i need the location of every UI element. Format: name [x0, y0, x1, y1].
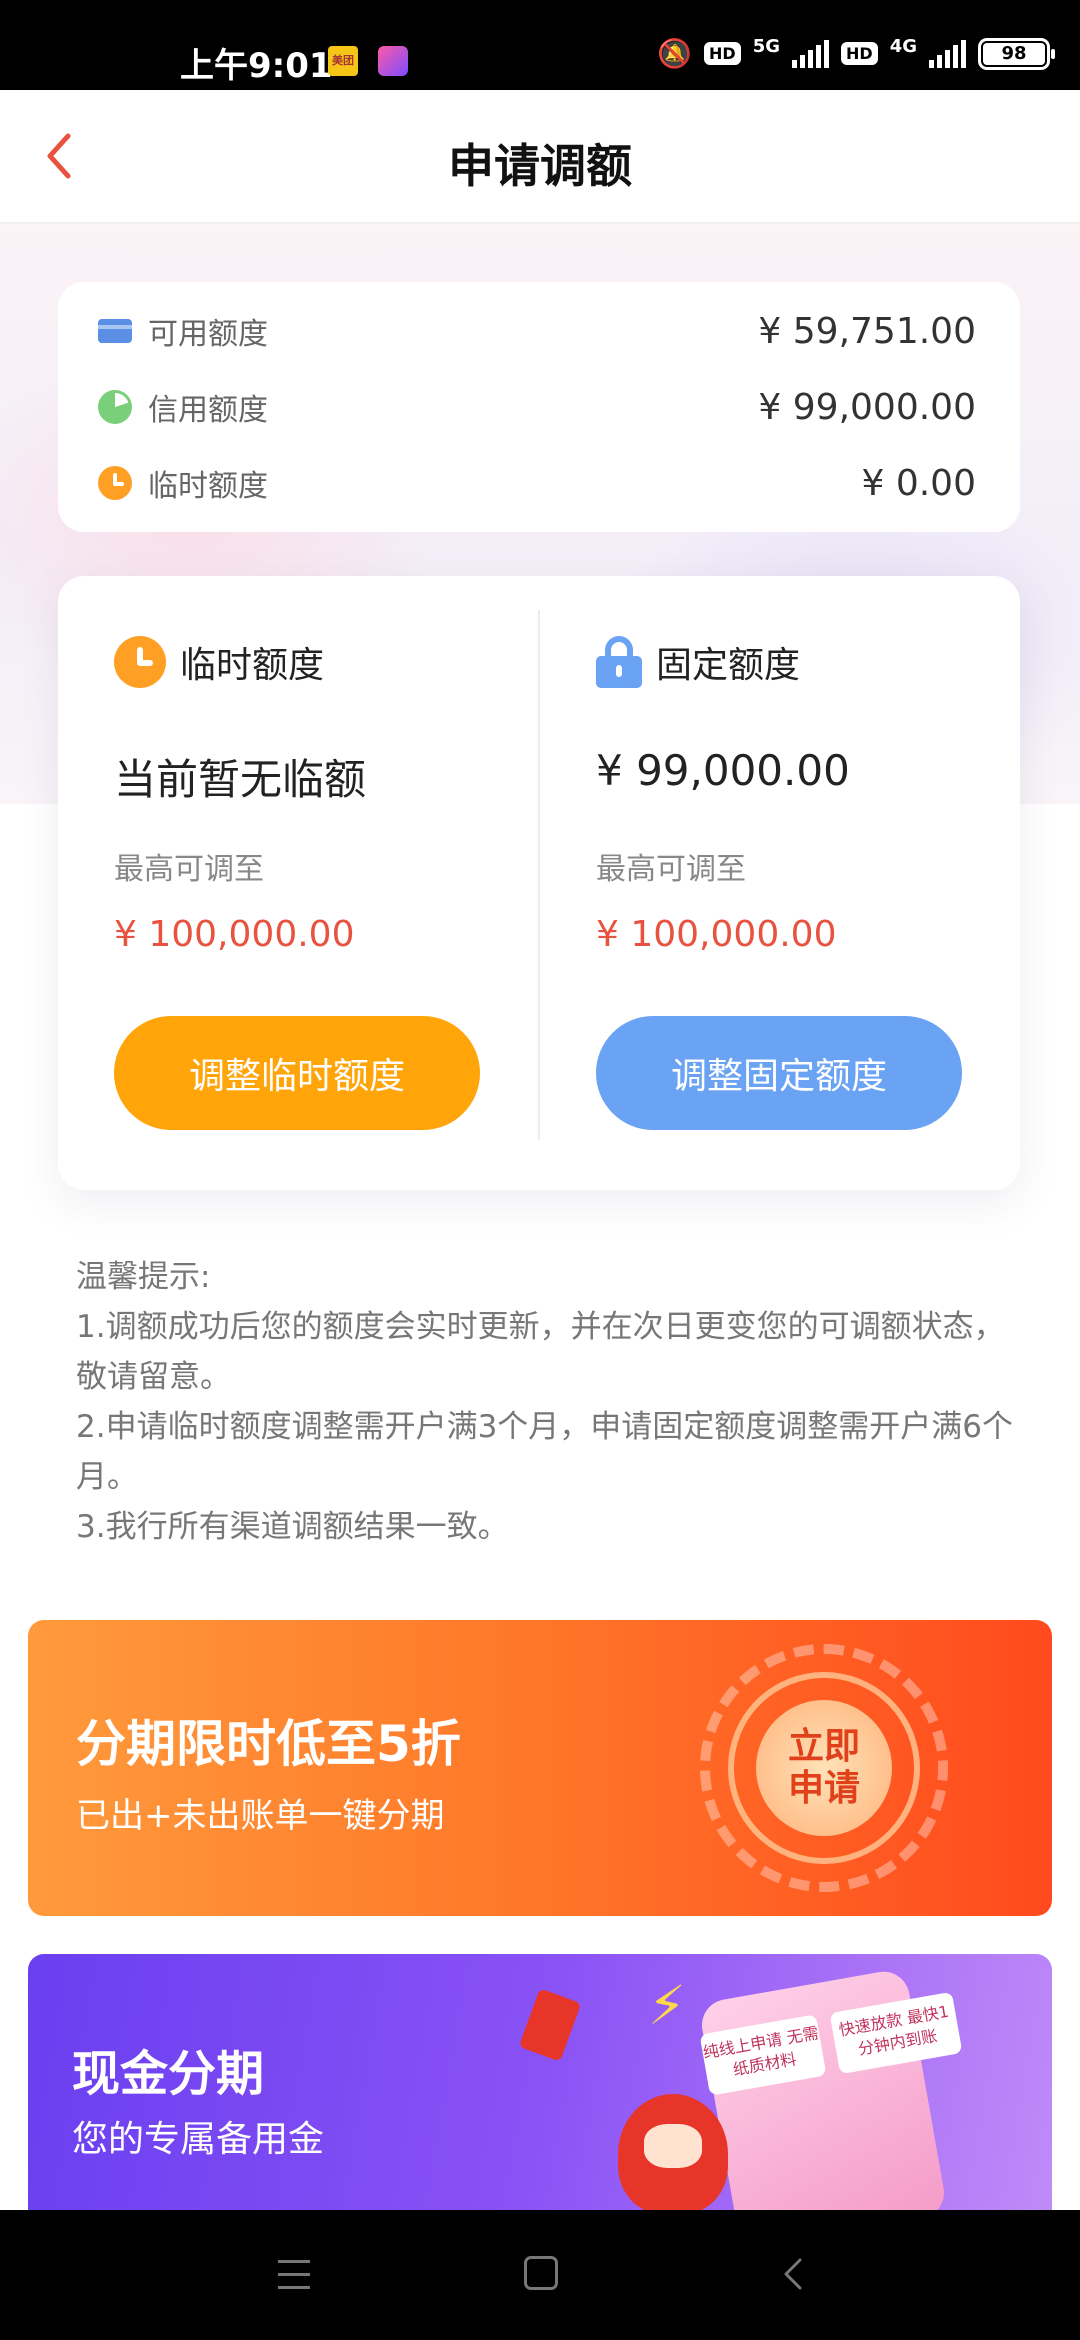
fixed-quota-title: 固定额度 [656, 645, 801, 686]
mute-icon: 🔕 [657, 37, 693, 70]
status-bar: 上午9:01 美团 🔕 HD 5G HD 4G 98 [0, 0, 1080, 90]
tips-section: 温馨提示: 1.调额成功后您的额度会实时更新，并在次日更变您的可调额状态，敬请留… [76, 1252, 1020, 1552]
credit-limit-value: ¥ 99,000.00 [758, 386, 976, 428]
credit-limit-row: 信用额度 ¥ 99,000.00 [98, 382, 976, 432]
clock-icon [98, 466, 132, 500]
status-indicators: 🔕 HD 5G HD 4G 98 [657, 36, 1055, 71]
hd-badge: HD [704, 42, 741, 65]
card-icon [98, 319, 132, 343]
system-nav-bar [0, 2210, 1080, 2340]
fixed-quota-column: 固定额度 ¥ 99,000.00 最高可调至 ¥ 100,000.00 调整固定… [596, 576, 1016, 1190]
meituan-badge-text: 美团 [332, 54, 354, 67]
available-credit-label: 可用额度 [148, 317, 268, 352]
temporary-max-value: ¥ 100,000.00 [114, 914, 355, 955]
installment-promo-banner[interactable]: 分期限时低至5折 已出+未出账单一键分期 立即申请 [28, 1620, 1052, 1916]
tip-item-3: 3.我行所有渠道调额结果一致。 [76, 1509, 509, 1545]
status-time: 上午9:01 [180, 46, 333, 86]
clock-icon [114, 636, 166, 688]
pie-chart-icon [98, 390, 132, 424]
signal-5g-icon [792, 39, 830, 68]
temporary-quota-title: 临时额度 [180, 645, 325, 686]
tip-item-2: 2.申请临时额度调整需开户满3个月，申请固定额度调整需开户满6个月。 [76, 1409, 1014, 1495]
temporary-quota-status: 当前暂无临额 [114, 755, 367, 804]
menu-icon[interactable] [278, 2260, 310, 2290]
lightning-icon: ⚡ [648, 1974, 686, 2037]
temporary-quota-header: 临时额度 [114, 636, 324, 688]
adjust-temporary-quota-button[interactable]: 调整临时额度 [114, 1016, 480, 1130]
red-envelope-icon [518, 1988, 582, 2062]
app-notification-icon [378, 46, 408, 76]
credit-limit-label: 信用额度 [148, 393, 268, 428]
fixed-max-value: ¥ 100,000.00 [596, 914, 837, 955]
available-credit-value: ¥ 59,751.00 [758, 310, 976, 352]
lock-icon [596, 636, 642, 688]
signal-4g-icon [929, 39, 966, 68]
temporary-credit-value: ¥ 0.00 [861, 462, 976, 504]
hd-badge-2: HD [841, 42, 878, 65]
meituan-app-icon: 美团 [328, 46, 358, 76]
credit-summary-card: 可用额度 ¥ 59,751.00 信用额度 ¥ 99,000.00 临时额度 ¥… [58, 282, 1020, 532]
battery-icon: 98 [978, 37, 1055, 70]
network-5g-label: 5G [752, 36, 781, 57]
fixed-quota-header: 固定额度 [596, 636, 800, 688]
installment-banner-title: 分期限时低至5折 [76, 1715, 461, 1773]
back-nav-icon[interactable] [774, 2254, 814, 2294]
apply-now-badge[interactable]: 立即申请 [756, 1700, 892, 1836]
cash-banner-title: 现金分期 [72, 2046, 265, 2102]
cash-banner-subtitle: 您的专属备用金 [72, 2119, 325, 2160]
column-divider [538, 610, 540, 1140]
fixed-quota-amount: ¥ 99,000.00 [596, 746, 850, 795]
available-credit-row: 可用额度 ¥ 59,751.00 [98, 306, 976, 356]
adjust-fixed-quota-button[interactable]: 调整固定额度 [596, 1016, 962, 1130]
temporary-credit-row: 临时额度 ¥ 0.00 [98, 458, 976, 508]
mascot-illustration [618, 2094, 728, 2214]
home-icon[interactable] [524, 2256, 558, 2290]
temporary-quota-column: 临时额度 当前暂无临额 最高可调至 ¥ 100,000.00 调整临时额度 [114, 576, 534, 1190]
quota-adjust-card: 临时额度 当前暂无临额 最高可调至 ¥ 100,000.00 调整临时额度 固定… [58, 576, 1020, 1190]
cash-installment-banner[interactable]: 现金分期 您的专属备用金 ⚡ 纯线上申请 无需纸质材料 快速放款 最快1分钟内到… [28, 1954, 1052, 2214]
temporary-max-label: 最高可调至 [114, 852, 264, 887]
tip-item-1: 1.调额成功后您的额度会实时更新，并在次日更变您的可调额状态，敬请留意。 [76, 1309, 1005, 1395]
tips-heading: 温馨提示: [76, 1259, 211, 1295]
fixed-max-label: 最高可调至 [596, 852, 746, 887]
battery-level: 98 [983, 42, 1045, 65]
app-header: 申请调额 [0, 90, 1080, 224]
installment-banner-subtitle: 已出+未出账单一键分期 [76, 1796, 445, 1836]
page-title: 申请调额 [448, 139, 632, 193]
temporary-credit-label: 临时额度 [148, 469, 268, 504]
network-4g-label: 4G [889, 36, 917, 57]
